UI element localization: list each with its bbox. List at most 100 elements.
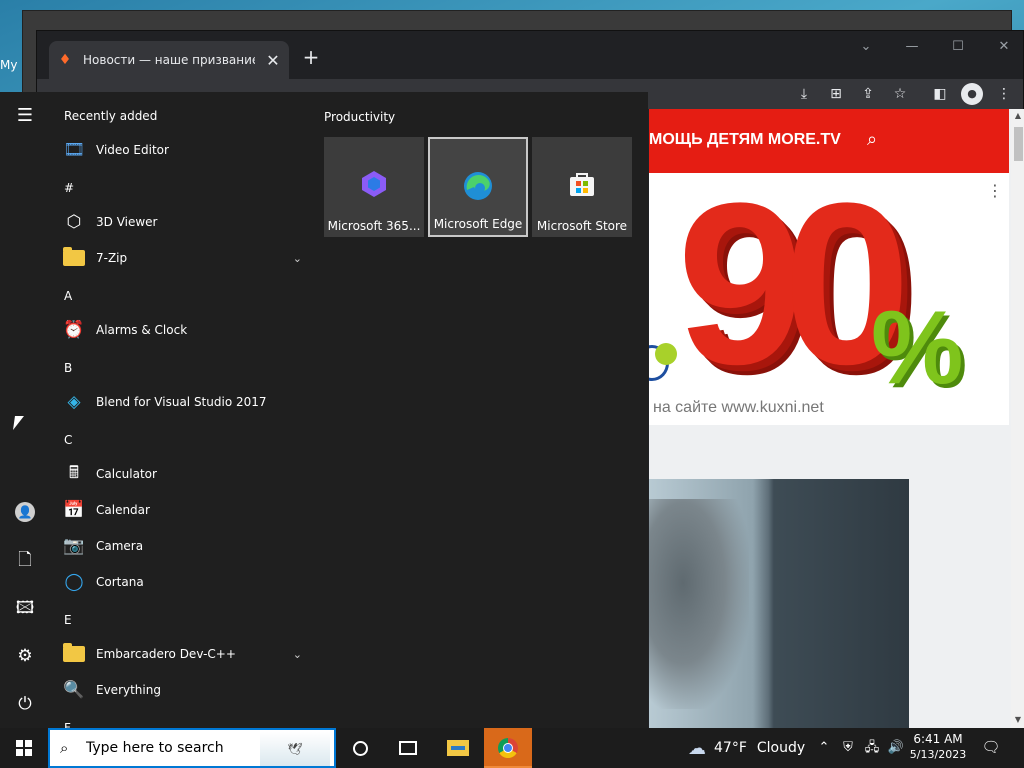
show-hidden-icons-chevron-icon[interactable]: ⌃: [814, 738, 834, 758]
clock-time: 6:41 AM: [913, 732, 963, 746]
task-view-button[interactable]: [384, 728, 432, 768]
profile-avatar-icon[interactable]: ●: [961, 83, 983, 105]
start-button[interactable]: [0, 728, 48, 768]
app-label: Calendar: [96, 503, 150, 517]
web-page: МОЩЬ ДЕТЯМ MORE.TV ⌕ 90 % ⋮ на сайте www…: [649, 109, 1011, 729]
volume-icon[interactable]: 🔊: [886, 738, 906, 758]
scroll-up-icon[interactable]: ▲: [1011, 111, 1024, 120]
group-header-e[interactable]: E: [64, 610, 72, 630]
hamburger-menu-icon[interactable]: ☰: [0, 96, 50, 136]
edge-icon: [430, 169, 526, 203]
search-input[interactable]: [86, 740, 256, 756]
group-header-f[interactable]: F: [64, 718, 71, 728]
site-favicon-icon: ♦: [58, 52, 72, 68]
page-scrollbar[interactable]: ▲ ▼: [1011, 109, 1024, 729]
share-icon[interactable]: ⇪: [857, 83, 879, 105]
app-7zip-folder[interactable]: 7-Zip ⌄: [62, 242, 308, 274]
chrome-taskbar-button[interactable]: [484, 728, 532, 768]
cortana-button[interactable]: [336, 728, 384, 768]
app-cortana[interactable]: ◯ Cortana: [62, 566, 308, 598]
calendar-icon: 📅: [63, 500, 85, 520]
power-icon[interactable]: ⏻: [0, 684, 50, 724]
video-editor-icon: 🎞: [63, 140, 85, 160]
tab-strip: ♦ Новости — наше призвание на ✕ + ⌄ — ☐ …: [37, 31, 1023, 79]
blend-icon: ◈: [67, 392, 81, 412]
group-header-a[interactable]: A: [64, 286, 72, 306]
search-highlight-image[interactable]: 🕊: [260, 732, 330, 766]
group-header-b[interactable]: B: [64, 358, 72, 378]
pictures-icon[interactable]: 🖾: [0, 588, 50, 628]
app-everything[interactable]: 🔍 Everything: [62, 674, 308, 706]
recently-added-header: Recently added: [64, 109, 158, 123]
ad-percent-sign: %: [871, 290, 964, 406]
folder-icon: [62, 246, 86, 270]
advertisement-banner[interactable]: 90 % ⋮ на сайте www.kuxni.net: [649, 173, 1009, 425]
group-header-hash[interactable]: #: [64, 178, 74, 198]
app-video-editor[interactable]: 🎞 Video Editor: [62, 134, 308, 166]
photo-smoke: [649, 499, 749, 709]
app-devcpp-folder[interactable]: Embarcadero Dev-C++ ⌄: [62, 638, 308, 670]
close-window-button[interactable]: ✕: [981, 37, 1024, 57]
weather-widget[interactable]: ☁ 47°F Cloudy: [688, 728, 805, 768]
file-explorer-button[interactable]: [434, 728, 482, 768]
site-nav-links[interactable]: МОЩЬ ДЕТЯМ MORE.TV: [649, 131, 841, 149]
folder-icon: [62, 642, 86, 666]
side-panel-icon[interactable]: ◧: [929, 83, 951, 105]
app-blend[interactable]: ◈ Blend for Visual Studio 2017: [62, 386, 308, 418]
start-menu: ☰ 👤 🗋 🖾 ⚙ ⏻ Recently added 🎞 Video Edito…: [0, 92, 648, 728]
app-label: Video Editor: [96, 143, 169, 157]
new-tab-button[interactable]: +: [299, 45, 323, 69]
news-photo[interactable]: [649, 479, 909, 729]
site-search-icon[interactable]: ⌕: [867, 129, 877, 150]
maximize-button[interactable]: ☐: [935, 37, 981, 57]
app-alarms-clock[interactable]: ⏰ Alarms & Clock: [62, 314, 308, 346]
tile-label: Microsoft Edge: [433, 217, 523, 231]
documents-icon[interactable]: 🗋: [0, 540, 50, 580]
tile-microsoft-edge[interactable]: Microsoft Edge: [428, 137, 528, 237]
tile-label: Microsoft 365...: [327, 219, 421, 233]
task-view-icon: [399, 741, 417, 755]
security-shield-icon[interactable]: ⛨: [838, 738, 858, 758]
group-header-c[interactable]: C: [64, 430, 72, 450]
tile-microsoft-store[interactable]: Microsoft Store: [532, 137, 632, 237]
app-camera[interactable]: 📷 Camera: [62, 530, 308, 562]
app-3d-viewer[interactable]: ⬡ 3D Viewer: [62, 206, 308, 238]
app-calendar[interactable]: 📅 Calendar: [62, 494, 308, 526]
notification-center-icon[interactable]: 🗨: [980, 738, 1002, 758]
ad-options-icon[interactable]: ⋮: [987, 181, 1003, 200]
taskbar: ⌕ 🕊 ☁ 47°F Cloudy ⌃ ⛨ 🖧 🔊 6:41 AM 5/13/2…: [0, 728, 1024, 768]
scroll-down-icon[interactable]: ▼: [1011, 715, 1024, 724]
ad-caption: на сайте www.kuxni.net: [653, 399, 824, 416]
ad-dot-decoration: [655, 343, 677, 365]
app-list[interactable]: Recently added 🎞 Video Editor # ⬡ 3D Vie…: [50, 92, 310, 728]
tile-microsoft-365[interactable]: Microsoft 365...: [324, 137, 424, 237]
network-icon[interactable]: 🖧: [862, 738, 882, 758]
microsoft-365-icon: [324, 167, 424, 201]
tiles-group-header[interactable]: Productivity: [324, 110, 395, 124]
expand-chevron-icon[interactable]: ⌄: [293, 252, 302, 265]
system-clock[interactable]: 6:41 AM 5/13/2023: [906, 731, 970, 763]
store-bag-icon: [532, 167, 632, 201]
windows-logo-icon: [16, 740, 32, 756]
tab-close-icon[interactable]: ✕: [265, 51, 281, 70]
cortana-icon: ◯: [64, 572, 84, 592]
desktop-icon-label[interactable]: My: [0, 58, 17, 72]
camera-icon: 📷: [63, 536, 85, 556]
scroll-thumb[interactable]: [1014, 127, 1023, 161]
bookmark-star-icon[interactable]: ☆: [889, 83, 911, 105]
translate-icon[interactable]: ⊞: [825, 83, 847, 105]
taskbar-search-box[interactable]: ⌕ 🕊: [48, 728, 336, 768]
site-header: МОЩЬ ДЕТЯМ MORE.TV ⌕: [649, 109, 1009, 173]
magnifier-icon: 🔍: [63, 680, 85, 700]
browser-tab[interactable]: ♦ Новости — наше призвание на ✕: [49, 41, 289, 79]
user-account-icon[interactable]: 👤: [0, 492, 50, 532]
browser-menu-icon[interactable]: ⋮: [993, 83, 1015, 105]
download-icon[interactable]: ⤓: [793, 83, 815, 105]
minimize-button[interactable]: —: [889, 37, 935, 57]
tab-title: Новости — наше призвание на: [83, 53, 255, 67]
expand-chevron-icon[interactable]: ⌄: [293, 648, 302, 661]
tab-search-chevron-icon[interactable]: ⌄: [843, 37, 889, 57]
app-calculator[interactable]: 🖩 Calculator: [62, 458, 308, 490]
settings-gear-icon[interactable]: ⚙: [0, 636, 50, 676]
cube-icon: ⬡: [66, 212, 82, 232]
